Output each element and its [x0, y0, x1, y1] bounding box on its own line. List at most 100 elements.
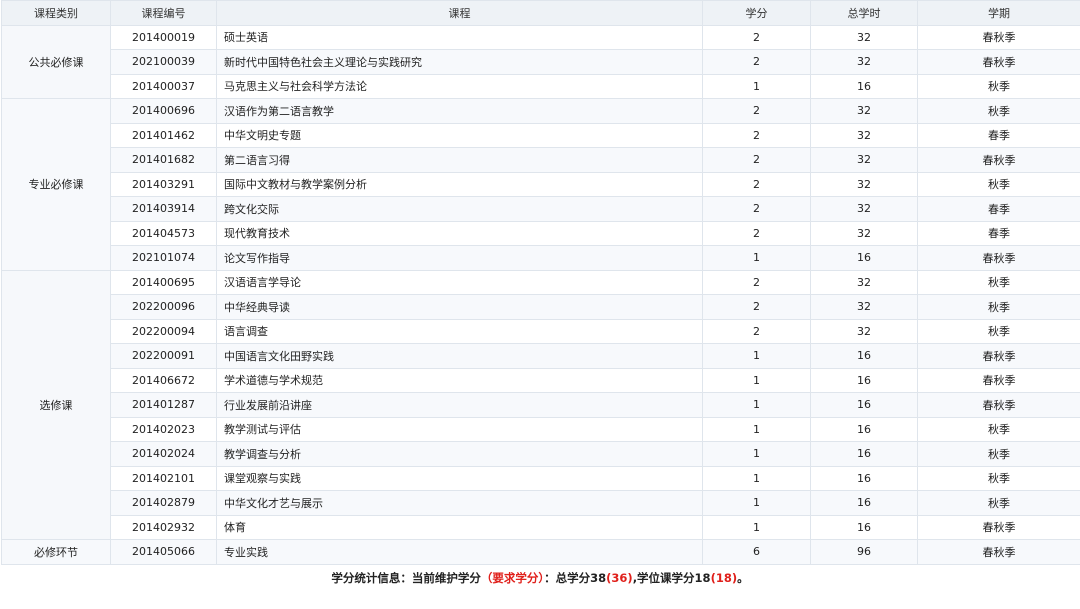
table-row: 201402023 教学测试与评估 1 16 秋季 — [2, 416, 1080, 442]
course-code-cell: 201400696 — [110, 98, 217, 124]
total-hours-cell: 16 — [810, 416, 918, 442]
credit-cell: 2 — [702, 147, 811, 173]
course-code-cell: 201401682 — [110, 147, 217, 173]
course-code-cell: 201400695 — [110, 269, 217, 295]
term-cell: 秋季 — [917, 441, 1080, 467]
term-cell: 秋季 — [917, 171, 1080, 197]
course-code-cell: 201402101 — [110, 465, 217, 491]
total-hours-cell: 96 — [810, 539, 918, 565]
total-hours-cell: 16 — [810, 490, 918, 516]
course-code-cell: 202100039 — [110, 49, 217, 75]
total-hours-cell: 32 — [810, 171, 918, 197]
summary-prefix: 学分统计信息：当前维护学分 — [331, 570, 481, 585]
summary-total-required: (36) — [606, 570, 633, 585]
credit-cell: 2 — [702, 171, 811, 197]
course-table: 课程类别 课程编号 课程 学分 总学时 学期 公共必修课 201400019 硕士英… — [1, 0, 1080, 565]
category-cell: 必修环节 — [1, 539, 111, 565]
course-code-cell: 201401462 — [110, 122, 217, 148]
header-term: 学期 — [917, 0, 1080, 26]
header-credit: 学分 — [702, 0, 811, 26]
course-code-cell: 201402932 — [110, 514, 217, 540]
table-row: 202200096 中华经典导读 2 32 秋季 — [2, 294, 1080, 320]
term-cell: 秋季 — [917, 294, 1080, 320]
total-hours-cell: 32 — [810, 318, 918, 344]
course-name-cell: 中国语言文化田野实践 — [216, 343, 703, 369]
course-code-cell: 201402024 — [110, 441, 217, 467]
total-hours-cell: 32 — [810, 122, 918, 148]
table-row: 201402932 体育 1 16 春秋季 — [2, 514, 1080, 540]
course-code-cell: 201400019 — [110, 24, 217, 50]
credit-cell: 2 — [702, 49, 811, 75]
credit-cell: 2 — [702, 98, 811, 124]
total-hours-cell: 32 — [810, 220, 918, 246]
term-cell: 秋季 — [917, 318, 1080, 344]
credit-cell: 2 — [702, 269, 811, 295]
credit-cell: 2 — [702, 220, 811, 246]
course-name-cell: 专业实践 — [216, 539, 703, 565]
summary-required-label: （要求学分） — [480, 570, 545, 585]
term-cell: 春秋季 — [917, 245, 1080, 271]
table-row: 201403291 国际中文教材与教学案例分析 2 32 秋季 — [2, 171, 1080, 197]
table-row: 202100039 新时代中国特色社会主义理论与实践研究 2 32 春秋季 — [2, 49, 1080, 75]
credit-cell: 1 — [702, 73, 811, 99]
course-name-cell: 现代教育技术 — [216, 220, 703, 246]
total-hours-cell: 32 — [810, 49, 918, 75]
table-row: 必修环节 201405066 专业实践 6 96 春秋季 — [1, 539, 1080, 565]
term-cell: 秋季 — [917, 98, 1080, 124]
course-code-cell: 201406672 — [110, 367, 217, 393]
credit-cell: 6 — [702, 539, 811, 565]
table-row: 专业必修课 201400696 汉语作为第二语言教学 2 32 秋季 — [1, 98, 1080, 271]
category-cell: 选修课 — [1, 269, 111, 540]
credit-cell: 1 — [702, 245, 811, 271]
credit-cell: 1 — [702, 343, 811, 369]
term-cell: 秋季 — [917, 490, 1080, 516]
table-row: 选修课 201400695 汉语语言学导论 2 32 秋季 — [1, 269, 1080, 540]
total-hours-cell: 32 — [810, 196, 918, 222]
table-body: 公共必修课 201400019 硕士英语 2 32 春秋季 202100039 新时代中国特色… — [1, 24, 1080, 565]
term-cell: 春季 — [917, 220, 1080, 246]
term-cell: 春秋季 — [917, 514, 1080, 540]
credit-cell: 1 — [702, 441, 811, 467]
course-code-cell: 202101074 — [110, 245, 217, 271]
total-hours-cell: 32 — [810, 294, 918, 320]
term-cell: 春秋季 — [917, 147, 1080, 173]
course-code-cell: 201404573 — [110, 220, 217, 246]
credit-cell: 1 — [702, 514, 811, 540]
course-name-cell: 体育 — [216, 514, 703, 540]
total-hours-cell: 16 — [810, 514, 918, 540]
course-name-cell: 国际中文教材与教学案例分析 — [216, 171, 703, 197]
table-row: 202200094 语言调查 2 32 秋季 — [2, 318, 1080, 344]
course-name-cell: 行业发展前沿讲座 — [216, 392, 703, 418]
course-code-cell: 202200094 — [110, 318, 217, 344]
table-row: 201402101 课堂观察与实践 1 16 秋季 — [2, 465, 1080, 491]
total-hours-cell: 32 — [810, 147, 918, 173]
course-name-cell: 汉语作为第二语言教学 — [216, 98, 703, 124]
course-name-cell: 课堂观察与实践 — [216, 465, 703, 491]
course-code-cell: 201402879 — [110, 490, 217, 516]
category-cell: 公共必修课 — [1, 24, 111, 99]
credit-cell: 2 — [702, 122, 811, 148]
total-hours-cell: 32 — [810, 269, 918, 295]
header-course-name: 课程 — [216, 0, 703, 26]
table-row: 201401462 中华文明史专题 2 32 春季 — [2, 122, 1080, 148]
term-cell: 春季 — [917, 196, 1080, 222]
table-row: 201401682 第二语言习得 2 32 春秋季 — [2, 147, 1080, 173]
credit-cell: 2 — [702, 294, 811, 320]
course-code-cell: 201403914 — [110, 196, 217, 222]
total-hours-cell: 32 — [810, 24, 918, 50]
credit-summary: 学分统计信息：当前维护学分（要求学分）：总学分38(36),学位课学分18(18… — [0, 570, 1080, 586]
course-name-cell: 汉语语言学导论 — [216, 269, 703, 295]
table-row: 202200091 中国语言文化田野实践 1 16 春秋季 — [2, 343, 1080, 369]
header-total-hours: 总学时 — [810, 0, 918, 26]
table-row: 201401287 行业发展前沿讲座 1 16 春秋季 — [2, 392, 1080, 418]
credit-cell: 1 — [702, 416, 811, 442]
term-cell: 春季 — [917, 122, 1080, 148]
course-code-cell: 201401287 — [110, 392, 217, 418]
summary-degree-required: (18) — [710, 570, 738, 585]
total-hours-cell: 16 — [810, 73, 918, 99]
course-name-cell: 论文写作指导 — [216, 245, 703, 271]
course-name-cell: 语言调查 — [216, 318, 703, 344]
credit-cell: 1 — [702, 490, 811, 516]
total-hours-cell: 16 — [810, 441, 918, 467]
term-cell: 春秋季 — [917, 539, 1080, 565]
